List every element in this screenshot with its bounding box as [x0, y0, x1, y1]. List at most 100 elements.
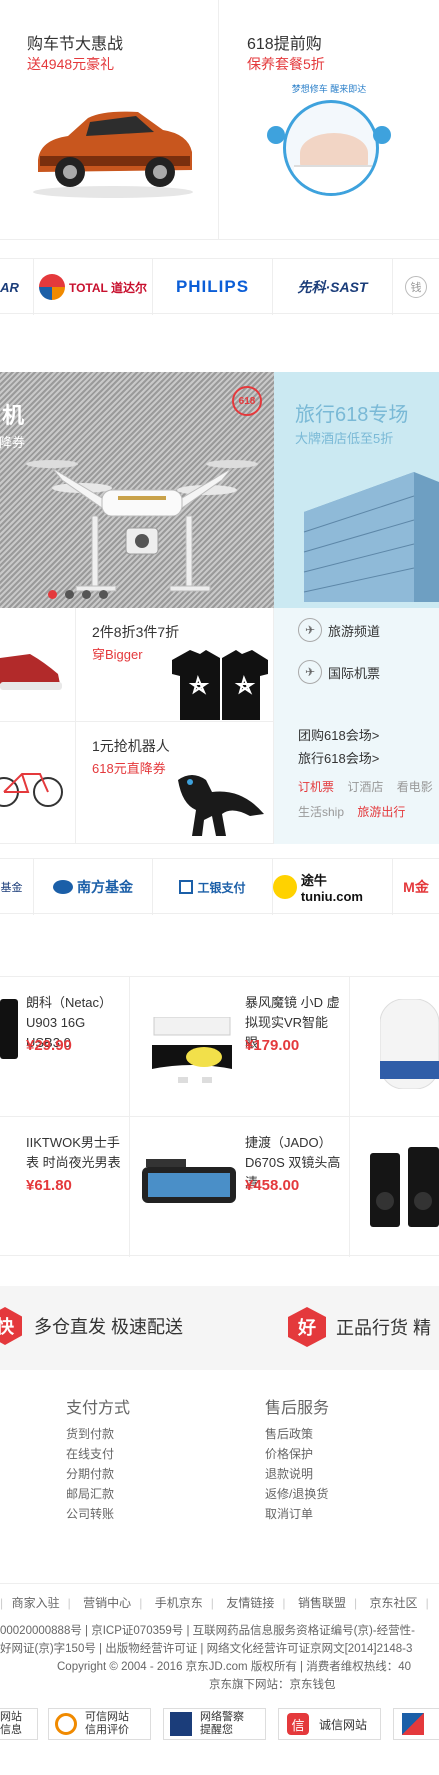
brand-strip: AR TOTAL 道达尔 PHILIPS 先科·SAST 钱 — [0, 258, 439, 315]
brand-logo[interactable]: AR — [0, 259, 34, 315]
product-price: ¥458.00 — [245, 1177, 300, 1194]
footer-link[interactable]: 取消订单 — [265, 1504, 329, 1524]
dashcam-mirror-image — [142, 1159, 236, 1203]
shield-icon — [402, 1713, 424, 1735]
footer-link[interactable]: 售后政策 — [265, 1424, 329, 1444]
travel-title: 旅行618专场 — [295, 404, 409, 426]
brand-logo-total[interactable]: TOTAL 道达尔 — [34, 259, 153, 315]
legal-line: 京东旗下网站：京东钱包 — [209, 1679, 336, 1691]
icbc-logo-icon — [179, 880, 194, 894]
deal-subtitle: 618元直降券 — [92, 761, 166, 776]
promo-card-maintenance[interactable]: 618提前购 保养套餐5折 梦想修车 醒来即达 — [219, 0, 439, 240]
carousel-dot[interactable] — [82, 590, 91, 599]
footer-link[interactable]: 邮局汇款 — [66, 1484, 130, 1504]
product-price: ¥29.90 — [26, 1037, 72, 1054]
tab-flights[interactable]: 订机票 — [298, 780, 334, 794]
product-card[interactable]: 朗科（Netac）U903 16G USB3.0 ¥29.90 — [0, 977, 130, 1117]
graphic-caption: 梦想修车 醒来即达 — [291, 84, 367, 94]
tuniu-logo-icon — [273, 875, 297, 899]
tab-hotels[interactable]: 订酒店 — [347, 780, 383, 794]
promo-title: 618提前购 — [247, 36, 322, 53]
deal-cell-tshirt[interactable]: 2件8折3件7折 穿Bigger — [76, 608, 274, 722]
police-icon — [170, 1712, 192, 1736]
legal-line: 好网证(京)字150号 | 出版物经营许可证 | 网络文化经营许可证京网文[20… — [0, 1643, 413, 1655]
brand-strip: 基金 南方基金 工银支付 途牛 tuniu.com M金 — [0, 858, 439, 915]
footer-nav-link[interactable]: 商家入驻 — [12, 1596, 60, 1610]
credible-site-icon — [55, 1713, 77, 1735]
footer-link[interactable]: 退款说明 — [265, 1464, 329, 1484]
legal-line: 00020000888号 | 京ICP证070359号 | 互联网药品信息服务资… — [0, 1625, 415, 1637]
brand-logo-nanfang[interactable]: 南方基金 — [34, 859, 153, 915]
product-card[interactable]: IIKTWOK男士手表 时尚夜光男表 ¥61.80 — [0, 1117, 130, 1257]
trust-badge[interactable] — [393, 1708, 439, 1740]
footer-link[interactable]: 在线支付 — [66, 1444, 130, 1464]
deal-cell-bike[interactable] — [0, 722, 76, 844]
travel-promo-link[interactable]: 旅行618会场> — [298, 748, 379, 767]
travel-link-channel[interactable]: ✈ 旅游频道 — [298, 618, 380, 642]
travel-banner[interactable]: 旅行618专场 大牌酒店低至5折 — [274, 372, 439, 608]
water-heater-image — [380, 999, 439, 1089]
product-price: ¥61.80 — [26, 1177, 72, 1194]
plane-icon: ✈ — [298, 660, 322, 684]
carousel-dot[interactable] — [48, 590, 57, 599]
brand-logo[interactable]: M金 — [393, 859, 439, 915]
footer-col-payment: 支付方式 货到付款 在线支付 分期付款 邮局汇款 公司转账 — [66, 1394, 130, 1524]
brand-logo[interactable]: 基金 — [0, 859, 34, 915]
service-genuine: 好 正品行货 精 — [288, 1307, 431, 1347]
footer-col-title: 支付方式 — [66, 1400, 131, 1417]
carousel-dot[interactable] — [99, 590, 108, 599]
footer-link[interactable]: 返修/退换货 — [265, 1484, 329, 1504]
travel-promo-link[interactable]: 团购618会场> — [298, 725, 379, 744]
brand-logo-sast[interactable]: 先科·SAST — [273, 259, 393, 315]
genuine-hexagon-icon: 好 — [288, 1307, 326, 1347]
brand-logo[interactable]: 钱 — [393, 259, 439, 315]
product-card[interactable]: 捷渡（JADO）D670S 双镜头高清 ¥458.00 — [130, 1117, 350, 1257]
footer-nav-link[interactable]: 京东社区 — [370, 1596, 418, 1610]
product-card[interactable] — [350, 977, 439, 1117]
legal-line: Copyright © 2004 - 2016 京东JD.com 版权所有 | … — [57, 1661, 411, 1673]
footer-nav-link[interactable]: 营销中心 — [83, 1596, 131, 1610]
hero-title: 机 — [2, 403, 25, 428]
footer-nav-link[interactable]: 友情链接 — [226, 1596, 274, 1610]
footer-link[interactable]: 价格保护 — [265, 1444, 329, 1464]
maintenance-graphic: 梦想修车 醒来即达 — [267, 82, 391, 216]
car-image — [33, 111, 193, 198]
promo-card-car[interactable]: 购车节大惠战 送4948元豪礼 — [0, 0, 219, 240]
usb-drive-image — [0, 999, 18, 1059]
robot-dinosaur-image — [178, 775, 264, 836]
hero-banner-drone[interactable]: 机 直降券 618 — [0, 372, 274, 608]
sneaker-image — [0, 654, 62, 690]
product-card[interactable] — [350, 1117, 439, 1257]
product-price: ¥179.00 — [245, 1037, 300, 1054]
footer-nav-link[interactable]: 手机京东 — [155, 1596, 203, 1610]
integrity-icon: 信 — [287, 1713, 309, 1735]
trust-badge-credible-site[interactable]: 可信网站 信用评价 — [48, 1708, 151, 1740]
brand-logo-icbc-pay[interactable]: 工银支付 — [153, 859, 273, 915]
deal-title: 2件8折3件7折 — [92, 624, 180, 640]
vr-headset-image — [152, 1017, 232, 1083]
plane-icon: ✈ — [298, 618, 322, 642]
promo-title: 购车节大惠战 — [27, 36, 124, 53]
trust-badge[interactable]: 网站 信息 — [0, 1708, 38, 1740]
brand-logo-tuniu[interactable]: 途牛 tuniu.com — [273, 859, 393, 915]
deal-cell-robot[interactable]: 1元抢机器人 618元直降券 — [76, 722, 274, 844]
trust-badge-integrity-site[interactable]: 信 诚信网站 — [278, 1708, 381, 1740]
footer-nav: | 商家入驻 | 营销中心 | 手机京东 | 友情链接 | 销售联盟 | 京东社区 | — [0, 1583, 439, 1612]
footer-link[interactable]: 公司转账 — [66, 1504, 130, 1524]
deal-title: 1元抢机器人 — [92, 738, 170, 754]
tshirt-image — [172, 650, 268, 720]
trust-badge-cyber-police[interactable]: 网络警察 提醒您 — [163, 1708, 266, 1740]
brand-logo-philips[interactable]: PHILIPS — [153, 259, 273, 315]
footer-nav-link[interactable]: 销售联盟 — [298, 1596, 346, 1610]
footer-link[interactable]: 货到付款 — [66, 1424, 130, 1444]
carousel-dot[interactable] — [65, 590, 74, 599]
footer-link[interactable]: 分期付款 — [66, 1464, 130, 1484]
travel-link-intl-tickets[interactable]: ✈ 国际机票 — [298, 660, 380, 684]
product-card[interactable]: 暴风魔镜 小D 虚拟现实VR智能眼 ¥179.00 — [130, 977, 350, 1117]
tab-movies[interactable]: 看电影 — [397, 780, 433, 794]
tab-life[interactable]: 生活ship — [298, 805, 344, 819]
deal-subtitle: 穿Bigger — [92, 647, 143, 662]
deal-cell-shoes[interactable] — [0, 608, 76, 722]
carousel-dots — [48, 590, 108, 599]
tab-travel[interactable]: 旅游出行 — [357, 805, 405, 819]
